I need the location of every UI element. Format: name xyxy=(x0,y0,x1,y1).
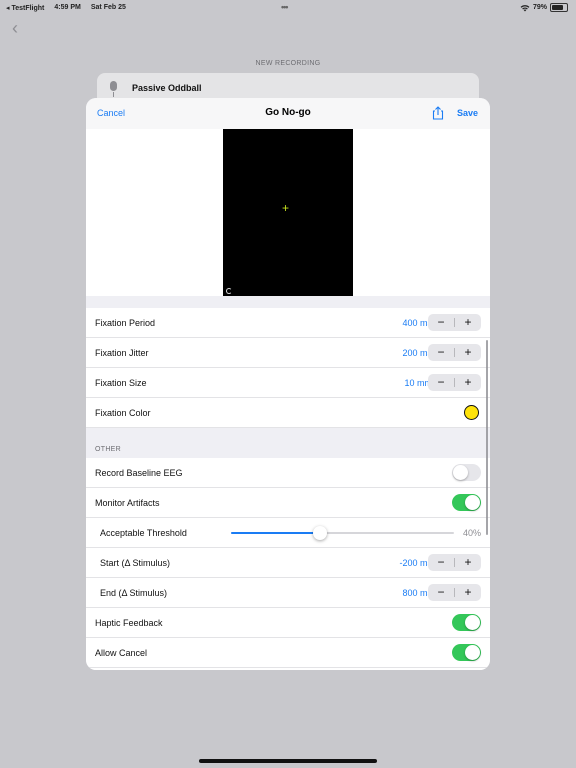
section-header-new-recording: NEW RECORDING xyxy=(255,60,321,67)
sheet-title: Go No-go xyxy=(265,107,311,118)
back-chevron-icon[interactable]: ‹ xyxy=(12,18,18,39)
acceptable-threshold-slider[interactable] xyxy=(231,526,454,540)
allow-cancel-label: Allow Cancel xyxy=(95,648,148,658)
fixation-size-stepper: − + xyxy=(428,374,481,391)
fixation-color-label: Fixation Color xyxy=(95,408,151,418)
increment-button[interactable]: + xyxy=(455,374,481,391)
fixation-jitter-stepper: − + xyxy=(428,344,481,361)
record-baseline-label: Record Baseline EEG xyxy=(95,468,183,478)
back-to-app-link[interactable]: ◂ TestFlight xyxy=(6,4,44,12)
setting-row-fixation-color: Fixation Color xyxy=(86,398,490,428)
fixation-period-stepper: − + xyxy=(428,314,481,331)
haptic-feedback-label: Haptic Feedback xyxy=(95,618,163,628)
battery-percent: 79% xyxy=(532,4,547,11)
monitor-artifacts-label: Monitor Artifacts xyxy=(95,498,160,508)
section-header-other: OTHER xyxy=(86,428,490,458)
settings-list[interactable]: Fixation Period 400 ms − + Fixation Jitt… xyxy=(86,296,490,670)
increment-button[interactable]: + xyxy=(455,554,481,571)
setting-row-acceptable-threshold: Acceptable Threshold 40% xyxy=(86,518,490,548)
end-stepper: − + xyxy=(428,584,481,601)
navigation-bar: Cancel Go No-go Save xyxy=(86,98,490,130)
recording-card-title: Passive Oddball xyxy=(132,83,202,93)
battery-icon xyxy=(550,3,568,12)
fixation-cross: + xyxy=(282,201,290,215)
setting-row-monitor-artifacts: Monitor Artifacts xyxy=(86,488,490,518)
save-button[interactable]: Save xyxy=(457,108,478,118)
home-indicator[interactable] xyxy=(199,759,377,763)
fixation-period-label: Fixation Period xyxy=(95,318,156,328)
setting-row-record-baseline: Record Baseline EEG xyxy=(86,458,490,488)
setting-row-haptic-feedback: Haptic Feedback xyxy=(86,608,490,638)
end-label: End (Δ Stimulus) xyxy=(100,588,168,598)
record-baseline-toggle[interactable] xyxy=(452,464,481,481)
fixation-size-label: Fixation Size xyxy=(95,378,147,388)
decrement-button[interactable]: − xyxy=(428,314,454,331)
go-no-go-sheet: Cancel Go No-go Save + Fixation Period 4… xyxy=(86,98,490,670)
microphone-icon xyxy=(110,81,117,91)
allow-cancel-toggle[interactable] xyxy=(452,644,481,661)
share-icon[interactable] xyxy=(431,106,445,120)
acceptable-threshold-value: 40% xyxy=(462,528,481,538)
fixation-color-well[interactable] xyxy=(464,405,479,420)
increment-button[interactable]: + xyxy=(455,344,481,361)
fixation-jitter-label: Fixation Jitter xyxy=(95,348,149,358)
haptic-feedback-toggle[interactable] xyxy=(452,614,481,631)
setting-row-start: Start (Δ Stimulus) -200 ms − + xyxy=(86,548,490,578)
setting-row-partial xyxy=(86,668,490,670)
increment-button[interactable]: + xyxy=(455,584,481,601)
status-date: Sat Feb 25 xyxy=(90,4,126,11)
start-label: Start (Δ Stimulus) xyxy=(100,558,171,568)
start-stepper: − + xyxy=(428,554,481,571)
setting-row-fixation-period: Fixation Period 400 ms − + xyxy=(86,308,490,338)
multitasking-dots-icon[interactable]: ••• xyxy=(281,2,289,12)
setting-row-end: End (Δ Stimulus) 800 ms − + xyxy=(86,578,490,608)
scroll-indicator[interactable] xyxy=(486,340,488,535)
status-bar: ◂ TestFlight 4:59 PM Sat Feb 25 ••• 79% xyxy=(0,0,576,16)
acceptable-threshold-label: Acceptable Threshold xyxy=(100,528,187,538)
monitor-artifacts-toggle[interactable] xyxy=(452,494,481,511)
setting-row-fixation-jitter: Fixation Jitter 200 ms − + xyxy=(86,338,490,368)
setting-row-allow-cancel: Allow Cancel xyxy=(86,638,490,668)
increment-button[interactable]: + xyxy=(455,314,481,331)
setting-row-fixation-size: Fixation Size 10 mm − + xyxy=(86,368,490,398)
preview-screen: + xyxy=(223,129,353,296)
decrement-button[interactable]: − xyxy=(428,374,454,391)
stimulus-preview: + xyxy=(86,129,490,296)
wifi-icon xyxy=(520,4,530,11)
decrement-button[interactable]: − xyxy=(428,344,454,361)
status-time: 4:59 PM xyxy=(54,4,81,11)
slider-thumb[interactable] xyxy=(313,526,328,540)
loading-spinner-icon xyxy=(226,288,232,294)
decrement-button[interactable]: − xyxy=(428,554,454,571)
decrement-button[interactable]: − xyxy=(428,584,454,601)
